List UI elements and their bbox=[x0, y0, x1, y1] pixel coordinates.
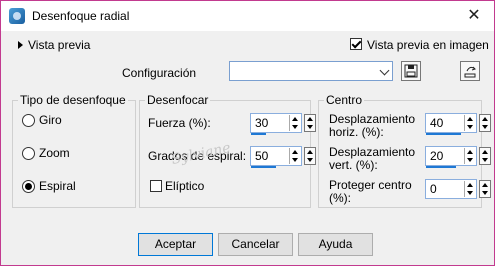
fuerza-value[interactable]: 30 bbox=[255, 116, 268, 130]
vert-label-2: vert. (%): bbox=[329, 158, 378, 172]
chevron-down-icon bbox=[379, 65, 390, 76]
horiz-label-2: horiz. (%): bbox=[329, 125, 384, 139]
radio-espiral[interactable] bbox=[22, 180, 35, 193]
preview-toggle[interactable]: Vista previa bbox=[28, 38, 90, 52]
grados-value[interactable]: 50 bbox=[255, 149, 268, 163]
protect-extra-stepper[interactable] bbox=[479, 180, 491, 198]
radio-espiral-label: Espiral bbox=[39, 179, 76, 193]
grados-spinner[interactable]: 50 bbox=[250, 146, 316, 168]
radio-giro-label: Giro bbox=[39, 113, 62, 127]
vert-extra-stepper[interactable] bbox=[479, 147, 491, 165]
horiz-spinner[interactable]: 40 bbox=[425, 113, 491, 135]
fuerza-extra-stepper[interactable] bbox=[304, 114, 316, 132]
fuerza-slider[interactable] bbox=[251, 133, 266, 135]
fuerza-stepper[interactable] bbox=[289, 115, 300, 131]
grados-slider[interactable] bbox=[251, 166, 276, 168]
vert-spinner[interactable]: 20 bbox=[425, 146, 491, 168]
image-preview-label: Vista previa en imagen bbox=[367, 38, 489, 52]
protect-stepper[interactable] bbox=[464, 181, 475, 197]
config-label: Configuración bbox=[122, 66, 197, 80]
reset-button[interactable] bbox=[460, 61, 480, 81]
image-preview-checkbox[interactable] bbox=[350, 38, 362, 50]
blur-type-title: Tipo de desenfoque bbox=[18, 93, 128, 107]
vert-slider[interactable] bbox=[426, 166, 456, 168]
horiz-label-1: Desplazamiento bbox=[329, 112, 416, 126]
radio-giro[interactable] bbox=[22, 114, 35, 127]
accept-button[interactable]: Aceptar bbox=[138, 233, 213, 256]
protect-spinner[interactable]: 0 bbox=[425, 179, 491, 199]
horiz-value[interactable]: 40 bbox=[430, 116, 443, 130]
protect-label-1: Proteger centro bbox=[329, 178, 412, 192]
horiz-stepper[interactable] bbox=[464, 115, 475, 131]
reset-icon bbox=[464, 66, 476, 78]
desenfocar-title: Desenfocar bbox=[145, 93, 211, 107]
save-preset-button[interactable] bbox=[401, 61, 421, 81]
eliptico-label: Elíptico bbox=[165, 179, 205, 193]
dialog-window: Desenfoque radial ✕ Vista previa Vista p… bbox=[0, 0, 495, 266]
cancel-button[interactable]: Cancelar bbox=[218, 233, 293, 256]
help-button[interactable]: Ayuda bbox=[298, 233, 373, 256]
fuerza-label: Fuerza (%): bbox=[148, 116, 211, 130]
grados-extra-stepper[interactable] bbox=[304, 147, 316, 165]
close-icon[interactable]: ✕ bbox=[454, 1, 494, 31]
fuerza-spinner[interactable]: 30 bbox=[250, 113, 316, 135]
protect-label-2: (%): bbox=[329, 191, 351, 205]
title-bar: Desenfoque radial ✕ bbox=[1, 1, 494, 31]
protect-value[interactable]: 0 bbox=[430, 182, 437, 196]
horiz-extra-stepper[interactable] bbox=[479, 114, 491, 132]
centro-title: Centro bbox=[324, 93, 365, 107]
centro-group: Centro Desplazamiento horiz. (%): 40 Des… bbox=[318, 93, 491, 208]
blur-type-group: Tipo de desenfoque Giro Zoom Espiral bbox=[12, 93, 136, 208]
eliptico-checkbox[interactable] bbox=[150, 180, 162, 192]
vert-stepper[interactable] bbox=[464, 148, 475, 164]
radio-zoom[interactable] bbox=[22, 147, 35, 160]
window-title: Desenfoque radial bbox=[32, 9, 130, 23]
app-icon bbox=[9, 8, 25, 24]
floppy-icon bbox=[404, 64, 418, 78]
vert-value[interactable]: 20 bbox=[430, 149, 443, 163]
grados-stepper[interactable] bbox=[289, 148, 300, 164]
horiz-slider[interactable] bbox=[426, 133, 461, 135]
config-combobox[interactable] bbox=[229, 61, 393, 81]
vert-label-1: Desplazamiento bbox=[329, 145, 416, 159]
expand-arrow-icon[interactable] bbox=[18, 41, 23, 49]
radio-zoom-label: Zoom bbox=[39, 146, 70, 160]
